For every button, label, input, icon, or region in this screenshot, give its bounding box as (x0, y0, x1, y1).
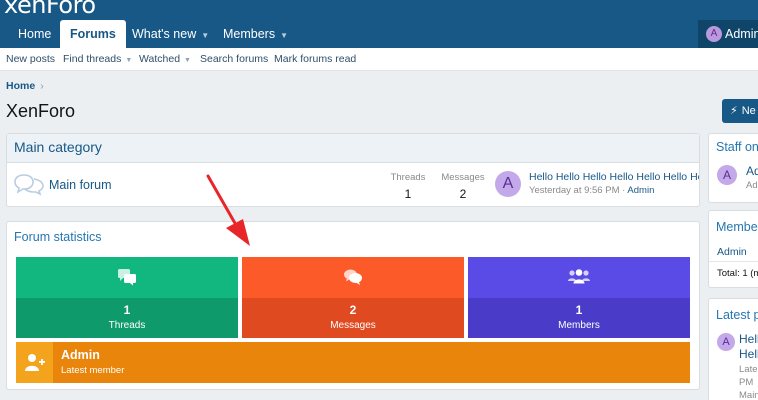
messages-count: Messages 2 (438, 172, 488, 201)
members-online-title: Membe (716, 220, 758, 234)
staff-member-role: Adi (746, 180, 758, 191)
threads-stat-label: Threads (108, 320, 146, 331)
chevron-down-icon[interactable]: ▼ (125, 57, 132, 64)
latest-post-meta-forum: Main (739, 390, 758, 400)
chevron-down-icon[interactable]: ▼ (184, 57, 191, 64)
account-menu[interactable]: A Admin (698, 20, 758, 48)
breadcrumb-home[interactable]: Home (6, 80, 35, 92)
messages-count-value: 2 (459, 187, 467, 201)
messages-stat-label: Messages (330, 320, 376, 331)
latest-post-meta-time: PM (739, 377, 754, 388)
latest-post-meta: Late (739, 364, 758, 375)
tile-bottom: 2 Messages (242, 298, 464, 338)
latest-member-name[interactable]: Admin (61, 348, 100, 362)
comments-icon (118, 269, 136, 286)
category-title[interactable]: Main category (14, 139, 102, 155)
mark-forums-read-link[interactable]: Mark forums read (274, 48, 356, 71)
meta-separator: · (622, 185, 626, 196)
page-title: XenForo (6, 101, 76, 121)
messages-stat-value: 2 (349, 303, 357, 317)
breadcrumb-separator: › (40, 80, 44, 92)
last-post-title[interactable]: Hello Hello Hello Hello Hello Hello Hell… (529, 171, 699, 183)
members-total: Total: 1 (m (717, 268, 758, 279)
tab-whats-new-label: What's new (132, 27, 197, 41)
staff-online-block: Staff on A Ad Adi (708, 133, 758, 203)
threads-count-value: 1 (404, 187, 412, 201)
latest-member-icon-box (16, 342, 53, 383)
tab-home-label: Home (18, 27, 52, 41)
latest-member-label: Latest member (61, 365, 125, 376)
last-post-author[interactable]: Admin (627, 185, 654, 196)
members-stat-label: Members (558, 320, 600, 331)
avatar[interactable]: A (495, 171, 521, 197)
chat-bubbles-icon (14, 174, 44, 196)
threads-stat-tile: 1 Threads (16, 257, 238, 338)
last-post-title-text: Hello Hello Hello Hello Hello Hello Hell… (529, 171, 699, 183)
divider (709, 261, 758, 262)
category-block: Main category Main forum Threads 1 Messa… (6, 133, 700, 207)
messages-count-label: Messages (441, 172, 485, 183)
members-stat-tile: 1 Members (468, 257, 690, 338)
latest-post-link[interactable]: Hell (739, 332, 758, 346)
threads-stat-value: 1 (123, 303, 131, 317)
staff-member-name[interactable]: Ad (746, 164, 758, 178)
watched-label: Watched (139, 53, 181, 65)
last-post-meta: Yesterday at 9:56 PM · Admin (529, 185, 654, 196)
tab-members[interactable]: Members ▼ (213, 20, 298, 48)
messages-stat-tile: 2 Messages (242, 257, 464, 338)
user-plus-icon (25, 354, 45, 371)
site-logo[interactable]: xenForo (4, 0, 96, 19)
users-icon (568, 269, 590, 284)
tab-forums-label: Forums (70, 27, 116, 41)
tile-bottom: 1 Members (468, 298, 690, 338)
account-name: Admin (725, 27, 758, 41)
watched-link[interactable]: Watched ▼ (139, 48, 191, 72)
avatar[interactable]: A (717, 165, 737, 185)
find-threads-link[interactable]: Find threads ▼ (63, 48, 132, 72)
latest-member-banner: Admin Latest member (16, 342, 690, 383)
category-header: Main category (7, 134, 699, 163)
search-forums-link[interactable]: Search forums (200, 48, 268, 71)
avatar: A (706, 26, 722, 42)
tile-bottom: 1 Threads (16, 298, 238, 338)
lightning-icon: ⚡ (730, 105, 738, 117)
online-member-name[interactable]: Admin (717, 246, 747, 258)
threads-count: Threads 1 (383, 172, 433, 201)
main-forum-link[interactable]: Main forum (49, 178, 112, 192)
latest-posts-block: Latest p A Hell Hell Late PM Main (708, 298, 758, 400)
forum-statistics-block: Forum statistics 1 Threads 2 Messages 1 … (6, 221, 700, 390)
find-threads-label: Find threads (63, 53, 122, 65)
members-online-block: Membe Admin Total: 1 (m (708, 210, 758, 288)
sub-navigation: New posts Find threads ▼ Watched ▼ Search … (0, 48, 758, 71)
tab-members-label: Members (223, 27, 276, 41)
new-posts-link[interactable]: New posts (6, 48, 55, 71)
tab-home[interactable]: Home (8, 20, 61, 48)
latest-post-link-line2[interactable]: Hell (739, 347, 758, 361)
staff-online-title: Staff on (716, 140, 758, 154)
forum-statistics-title: Forum statistics (14, 230, 102, 244)
new-post-button-label: Ne (741, 105, 756, 117)
speech-bubbles-icon (344, 269, 362, 285)
chevron-down-icon[interactable]: ▼ (280, 31, 288, 40)
tab-forums[interactable]: Forums (60, 20, 126, 48)
chevron-down-icon[interactable]: ▼ (201, 31, 209, 40)
top-navigation-bar: xenForo Home Forums What's new ▼ Members ▼… (0, 0, 758, 48)
threads-count-label: Threads (390, 172, 426, 183)
latest-posts-title: Latest p (716, 308, 758, 322)
avatar[interactable]: A (717, 333, 735, 351)
breadcrumb: Home › (6, 80, 44, 92)
last-post-time[interactable]: Yesterday at 9:56 PM (529, 185, 619, 196)
members-stat-value: 1 (575, 303, 583, 317)
tab-whats-new[interactable]: What's new ▼ (122, 20, 219, 48)
new-post-button[interactable]: ⚡ Ne (722, 99, 758, 123)
